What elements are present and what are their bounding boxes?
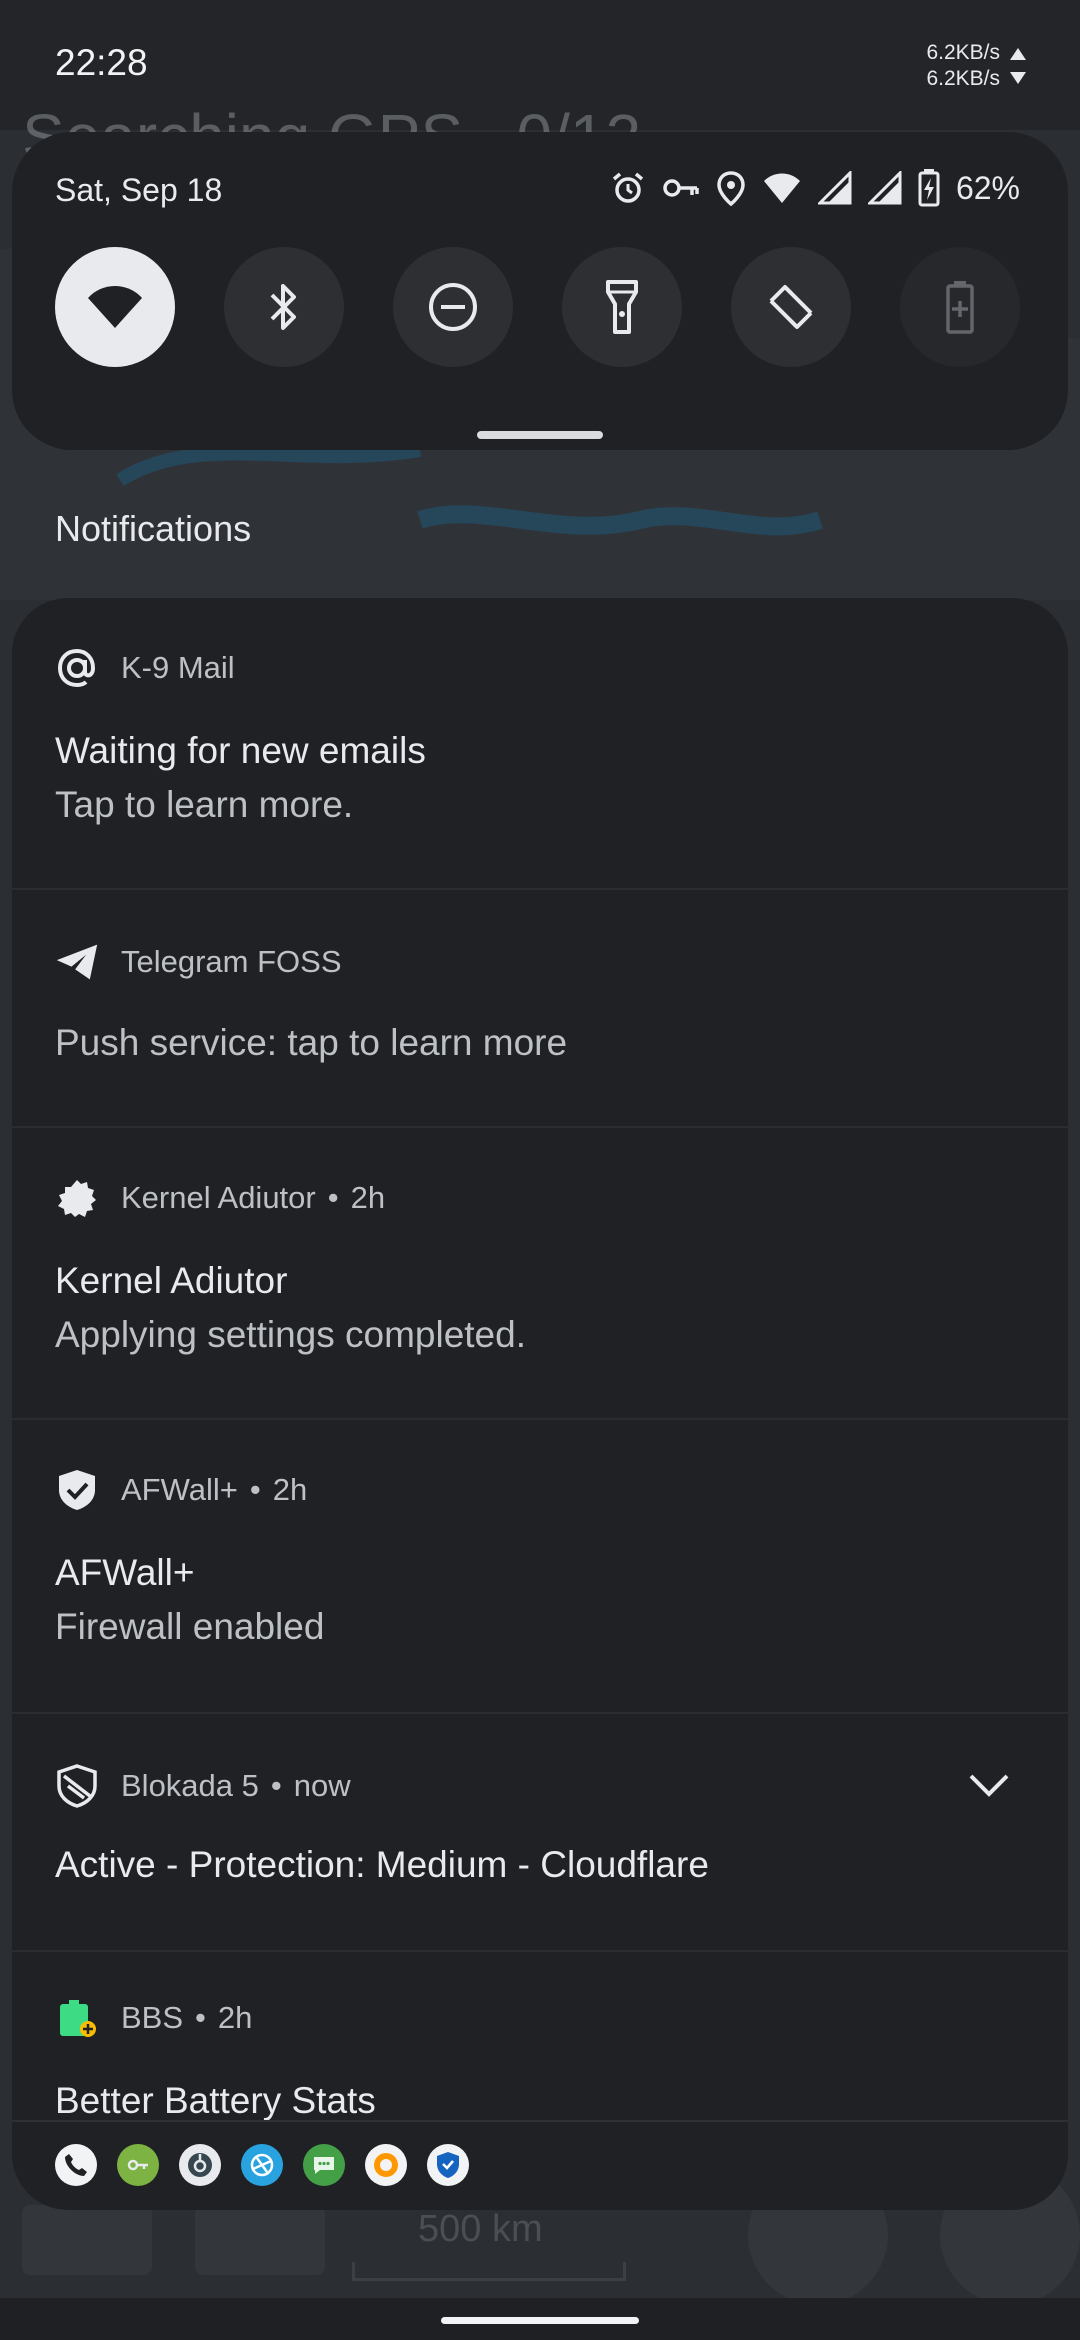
notification-shelf[interactable]: [12, 2120, 1068, 2210]
notification-list: K-9 Mail Waiting for new emails Tap to l…: [12, 598, 1068, 2208]
qs-date: Sat, Sep 18: [55, 172, 223, 208]
notification-text: Tap to learn more.: [55, 784, 354, 825]
firefox-icon: [365, 2144, 407, 2186]
battery-charging-icon: [918, 169, 940, 207]
qs-status-icons: 62%: [610, 166, 1020, 210]
battery-percent: 62%: [955, 169, 1020, 206]
notification-telegram[interactable]: Telegram FOSS Push service: tap to learn…: [12, 890, 1068, 1128]
net-down-speed: 6.2KB/s: [926, 67, 1000, 90]
bluetooth-tile[interactable]: [224, 247, 344, 367]
bbs-icon: [55, 1996, 99, 2040]
shield-check-icon: [55, 1468, 99, 1512]
status-time: 22:28: [55, 42, 148, 83]
app-name: Kernel Adiutor: [121, 1180, 316, 1215]
blokada-icon: [55, 1764, 99, 1808]
notification-k9-mail[interactable]: K-9 Mail Waiting for new emails Tap to l…: [12, 598, 1068, 890]
app-name: Blokada 5: [121, 1768, 259, 1803]
cell-signal-2-icon: [867, 171, 902, 205]
notification-kernel-adiutor[interactable]: Kernel Adiutor • 2h Kernel Adiutor Apply…: [12, 1128, 1068, 1420]
map-scale-label: 500 km: [418, 2208, 543, 2250]
separator-dot: •: [327, 1180, 339, 1215]
notification-afwall[interactable]: AFWall+ • 2h AFWall+ Firewall enabled: [12, 1420, 1068, 1714]
notification-header: Telegram FOSS: [55, 940, 342, 984]
dnd-tile[interactable]: [393, 247, 513, 367]
cell-signal-1-icon: [817, 171, 852, 205]
phone-icon: [55, 2144, 97, 2186]
notification-header: K-9 Mail: [55, 646, 235, 690]
key-app-icon: [117, 2144, 159, 2186]
separator-dot: •: [249, 1472, 261, 1507]
flashlight-icon: [606, 280, 638, 334]
gesture-nav-handle[interactable]: [441, 2317, 639, 2324]
notification-time: 2h: [217, 2000, 253, 2035]
vpn-key-icon: [663, 179, 699, 197]
app-name: AFWall+: [121, 1472, 238, 1507]
shelf-icons: [55, 2144, 469, 2186]
app-name: BBS: [121, 2000, 184, 2035]
app-name: Telegram FOSS: [121, 944, 342, 979]
bluetooth-icon: [270, 284, 296, 330]
dnd-icon: [429, 283, 477, 331]
notification-blokada[interactable]: Blokada 5 • now Active - Protection: Med…: [12, 1714, 1068, 1952]
wifi-tile[interactable]: [55, 247, 175, 367]
map-scale-bar: [352, 2262, 626, 2281]
notification-header: AFWall+ • 2h: [55, 1468, 307, 1512]
app-name: K-9 Mail: [121, 650, 235, 685]
battery-saver-icon: [946, 281, 974, 334]
notification-header: Kernel Adiutor • 2h: [55, 1176, 385, 1220]
wifi-icon: [88, 286, 142, 328]
notifications-header: Notifications: [55, 508, 252, 549]
qs-tiles: [55, 247, 1035, 367]
telegram-icon: [55, 940, 99, 984]
notification-title: Waiting for new emails: [55, 730, 426, 771]
notification-text: Push service: tap to learn more: [55, 1022, 568, 1063]
wifi-signal-icon: [763, 173, 800, 203]
notification-text: Applying settings completed.: [55, 1314, 526, 1355]
notification-time: now: [293, 1768, 351, 1803]
location-icon: [717, 171, 745, 206]
gear-icon: [55, 1176, 99, 1220]
network-speed: 6.2KB/s 6.2KB/s: [926, 40, 1000, 92]
expand-button[interactable]: [965, 1762, 1013, 1810]
chevron-down-icon: [969, 1774, 1009, 1797]
separator-dot: •: [270, 1768, 282, 1803]
notification-text: Firewall enabled: [55, 1606, 325, 1647]
quick-settings-panel: Sat, Sep 18 62%: [12, 132, 1068, 450]
notification-time: 2h: [350, 1180, 386, 1215]
qs-drag-handle[interactable]: [477, 431, 603, 439]
circle-app-icon: [179, 2144, 221, 2186]
battery-saver-tile[interactable]: [900, 247, 1020, 367]
rotate-icon: [769, 285, 813, 329]
notification-time: 2h: [272, 1472, 308, 1507]
notification-title: Kernel Adiutor: [55, 1260, 288, 1301]
alarm-icon: [612, 172, 644, 203]
notification-title: AFWall+: [55, 1552, 195, 1593]
notification-header: BBS • 2h: [55, 1996, 252, 2040]
net-up-speed: 6.2KB/s: [926, 41, 1000, 64]
notification-text: Active - Protection: Medium - Cloudflare: [55, 1844, 709, 1885]
auto-rotate-tile[interactable]: [731, 247, 851, 367]
at-sign-icon: [55, 646, 99, 690]
browser-icon: [241, 2144, 283, 2186]
security-icon: [427, 2144, 469, 2186]
up-down-arrows-icon: [1010, 48, 1026, 84]
separator-dot: •: [195, 2000, 206, 2035]
notification-title: Better Battery Stats: [55, 2080, 376, 2121]
flashlight-tile[interactable]: [562, 247, 682, 367]
notification-header: Blokada 5 • now: [55, 1764, 351, 1808]
messages-icon: [303, 2144, 345, 2186]
